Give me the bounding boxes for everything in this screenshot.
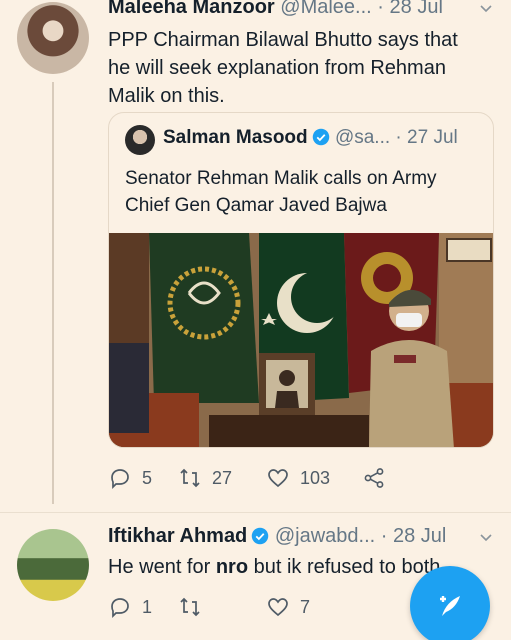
quoted-tweet-header: Salman Masood @sa... · 27 Jul: [163, 127, 458, 149]
reply-count: 5: [142, 467, 153, 488]
like-button[interactable]: 7: [266, 595, 362, 619]
tweet-actions: 5 27 103: [108, 466, 402, 490]
heart-icon: [268, 598, 288, 617]
reply-button[interactable]: 1: [108, 595, 178, 619]
quoted-author-name: Salman Masood: [163, 127, 308, 148]
quoted-tweet-time: 27 Jul: [407, 127, 458, 148]
thread-connector-line: [52, 82, 54, 504]
like-count: 7: [300, 596, 311, 617]
like-button[interactable]: 103: [266, 466, 362, 490]
tweet-text-line: Malik on this.: [108, 85, 225, 107]
retweet-icon: [180, 468, 200, 488]
separator-dot: ·: [377, 0, 384, 18]
retweet-count: 27: [212, 467, 233, 488]
tweet-text-line: he will seek explanation from Rehman: [108, 57, 446, 79]
quoted-tweet-photo[interactable]: [109, 233, 494, 448]
quoted-tweet[interactable]: Salman Masood @sa... · 27 Jul Senator Re…: [108, 112, 494, 448]
tweet[interactable]: Maleeha Manzoor @Malee... · 28 Jul PPP C…: [0, 0, 511, 506]
compose-tweet-button[interactable]: [410, 566, 490, 640]
author-name[interactable]: Maleeha Manzoor: [108, 0, 275, 18]
author-handle[interactable]: @jawabd...: [275, 525, 375, 547]
compose-tweet-icon: [440, 596, 460, 616]
quoted-author-handle: @sa...: [334, 127, 391, 148]
tweet-text-bold: nro: [215, 556, 249, 578]
tweet-header: Iftikhar Ahmad @jawabd... · 28 Jul: [108, 525, 446, 548]
quoted-text-line: Senator Rehman Malik calls on Army: [125, 168, 437, 189]
tweet-text: PPP Chairman Bilawal Bhutto says that he…: [108, 26, 498, 110]
quoted-text-line: Chief Gen Qamar Javed Bajwa: [125, 195, 387, 216]
share-icon: [364, 468, 384, 488]
avatar[interactable]: [17, 529, 89, 601]
author-handle[interactable]: @Malee...: [280, 0, 371, 18]
tweet-header: Maleeha Manzoor @Malee... · 28 Jul: [108, 0, 443, 19]
verified-badge-icon: [312, 128, 329, 146]
tweet-time[interactable]: 28 Jul: [393, 525, 446, 547]
tweet-text-line: PPP Chairman Bilawal Bhutto says that: [108, 29, 458, 51]
author-name[interactable]: Iftikhar Ahmad: [108, 525, 247, 547]
separator-dot: ·: [395, 127, 402, 148]
chevron-down-icon[interactable]: [479, 2, 493, 16]
tweet-text-part: He went for: [108, 556, 216, 578]
chevron-down-icon[interactable]: [479, 531, 493, 545]
share-button[interactable]: [362, 466, 402, 490]
tweet-actions: 1 7: [108, 595, 362, 619]
reply-button[interactable]: 5: [108, 466, 178, 490]
heart-icon: [268, 469, 288, 488]
reply-count: 1: [142, 596, 153, 617]
reply-icon: [111, 469, 129, 490]
tweet-time[interactable]: 28 Jul: [390, 0, 443, 18]
reply-icon: [111, 598, 129, 619]
like-count: 103: [300, 467, 331, 488]
retweet-button[interactable]: 27: [178, 466, 266, 490]
retweet-icon: [180, 597, 200, 617]
separator-dot: ·: [380, 525, 388, 547]
tweet-text-part: but ik refused to both: [248, 556, 441, 578]
avatar[interactable]: [17, 2, 89, 74]
verified-badge-icon: [252, 527, 269, 545]
quoted-avatar: [125, 125, 155, 155]
retweet-button[interactable]: [178, 595, 266, 619]
quoted-tweet-text: Senator Rehman Malik calls on Army Chief…: [125, 165, 485, 219]
